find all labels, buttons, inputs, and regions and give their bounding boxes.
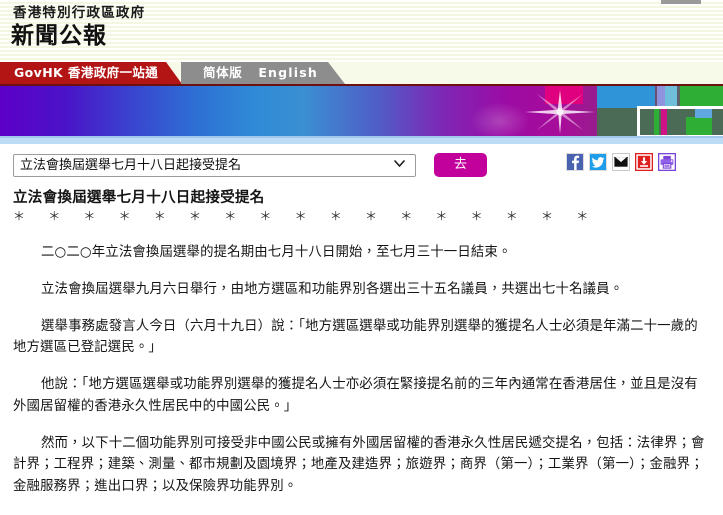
banner-block-blue [597,86,655,108]
facebook-icon[interactable] [566,153,584,171]
download-icon[interactable] [635,153,653,171]
article-paragraph: 然而，以下十二個功能界別可接受非中國公民或擁有外國居留權的香港永久性居民遞交提名… [13,435,705,494]
banner-green-block [686,117,712,135]
banner-stripe-magenta [661,109,667,135]
page-title: 新聞公報 [11,23,107,49]
site-banner [0,84,723,138]
twitter-icon[interactable] [589,153,607,171]
banner-bottom-rule [0,136,723,138]
language-tabs: 简体版 English [181,62,346,84]
banner-box-inner [640,109,723,135]
banner-underline-strip [0,138,723,145]
banner-star-icon [525,90,595,134]
article-paragraph: 選舉事務處發言人今日（六月十九日）說：「地方選區選舉或功能界別選舉的獲提名人士必… [13,318,698,356]
article-headline: 立法會換屆選舉七月十八日起接受提名 [13,190,265,206]
masthead-corner-marker [661,0,701,4]
topic-select[interactable]: 立法會換屆選舉七月十八日起接受提名 [13,154,416,177]
banner-block-lilac [657,86,665,108]
article-paragraph: 他說：「地方選區選舉或功能界別選舉的獲提名人士亦必須在緊接提名前的三年內通常在香… [13,377,698,414]
government-title: 香港特別行政區政府 [13,5,146,21]
banner-block-pale-blue [665,86,677,108]
language-nav-bar: GovHK 香港政府一站通 简体版 English [0,62,723,84]
banner-stripe-green [654,109,659,135]
social-share-bar [566,153,676,171]
topic-control-row: 立法會換屆選舉七月十八日起接受提名 去 [0,145,723,189]
article-paragraph: 立法會換屆選舉九月六日舉行，由地方選區和功能界別各選出三十五名議員，共選出七十名… [41,282,624,298]
masthead: 香港特別行政區政府 新聞公報 [0,0,723,62]
tab-govhk-label: GovHK 香港政府一站通 [14,65,159,80]
print-icon[interactable] [658,153,676,171]
article-separator: ＊ ＊ ＊ ＊ ＊ ＊ ＊ ＊ ＊ ＊ ＊ ＊ ＊ ＊ ＊ ＊ ＊ [13,209,594,224]
article-body: 立法會換屆選舉七月十八日起接受提名 ＊ ＊ ＊ ＊ ＊ ＊ ＊ ＊ ＊ ＊ ＊ … [0,189,723,498]
link-english[interactable]: English [258,65,318,80]
go-button[interactable]: 去 [434,153,487,177]
banner-block-green [680,86,723,108]
email-icon[interactable] [612,153,630,171]
link-simplified-chinese[interactable]: 简体版 [203,65,242,80]
banner-framed-box [637,106,723,138]
tab-govhk[interactable]: GovHK 香港政府一站通 [0,62,183,84]
banner-glow [470,102,530,138]
article-paragraph: 二○二○年立法會換屆選舉的提名期由七月十八日開始，至七月三十一日結束。 [41,245,512,261]
banner-blue-block [695,109,712,118]
